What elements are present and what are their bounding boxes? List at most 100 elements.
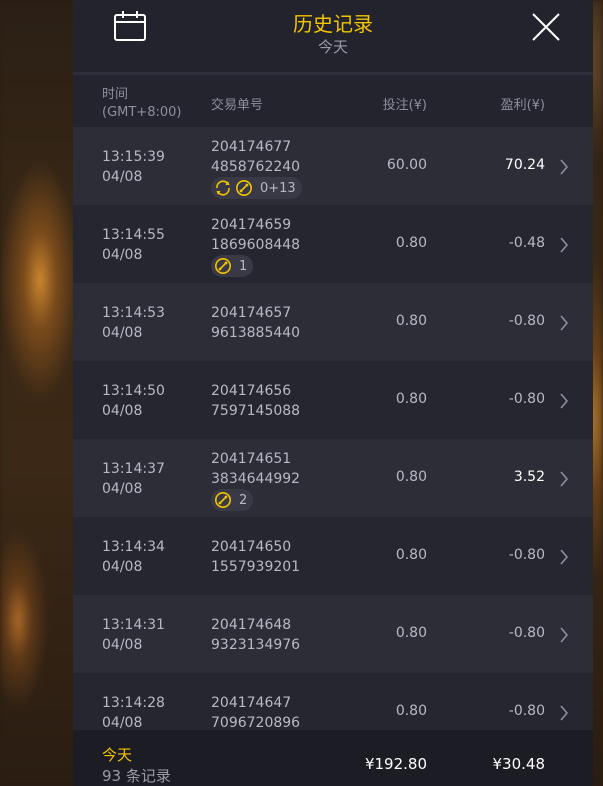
chevron-right-icon[interactable] (559, 627, 569, 647)
history-list[interactable]: 13:15:39 04/08 204174677 4858762240 0+13 60.0… (73, 127, 593, 730)
bet-amount: 0.80 (395, 235, 427, 251)
profit-column-header: 盈利(¥) (500, 98, 545, 113)
time-value: 13:15:39 (102, 149, 165, 165)
order-number-line1: 204174650 (211, 539, 292, 555)
chevron-right-icon[interactable] (559, 705, 569, 725)
order-number-line1: 204174677 (211, 139, 292, 155)
date-value: 04/08 (102, 559, 143, 575)
time-value: 13:14:55 (102, 227, 165, 243)
bet-amount: 0.80 (395, 391, 427, 407)
row-order-number: 204174650 1557939201 (211, 537, 300, 577)
refresh-icon (214, 179, 232, 197)
profit-amount: 70.24 (504, 157, 545, 173)
history-row[interactable]: 13:14:50 04/08 204174656 7597145088 0.80 -0.8… (73, 361, 593, 439)
bet-amount: 0.80 (395, 469, 427, 485)
time-column-header: 时间 (102, 87, 129, 102)
date-value: 04/08 (102, 325, 143, 341)
chevron-right-icon[interactable] (559, 159, 569, 179)
order-number-line2: 1557939201 (211, 559, 301, 575)
row-time: 13:14:31 04/08 (102, 615, 165, 655)
date-filter-label: 今天 (317, 38, 348, 56)
record-count: 93 条记录 (102, 767, 171, 785)
order-number-line2: 9323134976 (211, 637, 301, 653)
time-value: 13:14:50 (102, 383, 165, 399)
bonus-icon (235, 179, 253, 197)
date-value: 04/08 (102, 481, 143, 497)
time-value: 13:14:34 (102, 539, 165, 555)
date-value: 04/08 (102, 637, 143, 653)
row-order-number: 204174677 4858762240 (211, 137, 300, 177)
row-time: 13:14:53 04/08 (102, 303, 165, 343)
bonus-icon (214, 257, 232, 275)
row-time: 13:15:39 04/08 (102, 147, 165, 187)
history-row[interactable]: 13:14:37 04/08 204174651 3834644992 2 0.80 3.5… (73, 439, 593, 517)
order-number-line2: 7096720896 (211, 715, 301, 730)
summary-footer: 今天 93 条记录 ¥192.80 ¥30.48 (73, 730, 593, 786)
history-row[interactable]: 13:14:53 04/08 204174657 9613885440 0.80 -0.8… (73, 283, 593, 361)
history-panel: 历史记录 今天 时间 (GMT+8:00) 交易单号 投注(¥) 盈利(¥) 1… (73, 0, 593, 786)
order-number-line1: 204174651 (211, 451, 292, 467)
chevron-right-icon[interactable] (559, 549, 569, 569)
bet-amount: 0.80 (395, 547, 427, 563)
bet-amount: 0.80 (395, 313, 427, 329)
chevron-right-icon[interactable] (559, 393, 569, 413)
order-number-line1: 204174656 (211, 383, 292, 399)
feature-tags: 0+13 (211, 177, 302, 199)
feature-tags: 2 (211, 489, 254, 511)
bonus-icon (214, 491, 232, 509)
page-title: 历史记录 (293, 12, 373, 36)
row-time: 13:14:34 04/08 (102, 537, 165, 577)
history-row[interactable]: 13:14:28 04/08 204174647 7096720896 0.80 -0.8… (73, 673, 593, 730)
chevron-right-icon[interactable] (559, 471, 569, 491)
row-time: 13:14:28 04/08 (102, 693, 165, 730)
bet-column-header: 投注(¥) (382, 98, 427, 113)
profit-amount: -0.80 (508, 625, 545, 641)
row-time: 13:14:37 04/08 (102, 459, 165, 499)
history-row[interactable]: 13:14:55 04/08 204174659 1869608448 1 0.80 -0.… (73, 205, 593, 283)
profit-amount: -0.48 (508, 235, 545, 251)
profit-amount: -0.80 (508, 391, 545, 407)
time-value: 13:14:37 (102, 461, 165, 477)
bet-amount: 0.80 (395, 703, 427, 719)
order-number-line1: 204174647 (211, 695, 292, 711)
row-order-number: 204174648 9323134976 (211, 615, 300, 655)
order-column-header: 交易单号 (211, 98, 264, 113)
order-number-line2: 3834644992 (211, 471, 301, 487)
row-order-number: 204174659 1869608448 (211, 215, 300, 255)
chevron-right-icon[interactable] (559, 315, 569, 335)
column-headers: 时间 (GMT+8:00) 交易单号 投注(¥) 盈利(¥) (73, 75, 593, 127)
chevron-right-icon[interactable] (559, 237, 569, 257)
order-number-line2: 4858762240 (211, 159, 301, 175)
history-header: 历史记录 今天 (73, 0, 593, 72)
profit-amount: 3.52 (513, 469, 545, 485)
order-number-line1: 204174648 (211, 617, 292, 633)
row-order-number: 204174651 3834644992 (211, 449, 300, 489)
total-profit: ¥30.48 (492, 755, 546, 773)
order-number-line2: 9613885440 (211, 325, 301, 341)
history-row[interactable]: 13:14:31 04/08 204174648 9323134976 0.80 -0.8… (73, 595, 593, 673)
order-number-line2: 7597145088 (211, 403, 301, 419)
profit-amount: -0.80 (508, 313, 545, 329)
profit-amount: -0.80 (508, 547, 545, 563)
profit-amount: -0.80 (508, 703, 545, 719)
feature-tag: 2 (211, 489, 254, 511)
row-order-number: 204174657 9613885440 (211, 303, 300, 343)
row-time: 13:14:55 04/08 (102, 225, 165, 265)
history-row[interactable]: 13:14:34 04/08 204174650 1557939201 0.80 -0.8… (73, 517, 593, 595)
order-number-line1: 204174659 (211, 217, 292, 233)
feature-tag: 1 (211, 255, 254, 277)
timezone-label: (GMT+8:00) (102, 105, 182, 120)
history-row[interactable]: 13:15:39 04/08 204174677 4858762240 0+13 60.0… (73, 127, 593, 205)
time-value: 13:14:28 (102, 695, 165, 711)
date-value: 04/08 (102, 247, 143, 263)
time-value: 13:14:53 (102, 305, 165, 321)
bet-amount: 60.00 (386, 157, 427, 173)
feature-tag-text: 0+13 (260, 180, 296, 196)
close-icon[interactable] (531, 12, 561, 42)
order-number-line1: 204174657 (211, 305, 292, 321)
row-order-number: 204174647 7096720896 (211, 693, 300, 730)
row-time: 13:14:50 04/08 (102, 381, 165, 421)
feature-tags: 1 (211, 255, 254, 277)
total-bet: ¥192.80 (364, 755, 427, 773)
time-value: 13:14:31 (102, 617, 165, 633)
